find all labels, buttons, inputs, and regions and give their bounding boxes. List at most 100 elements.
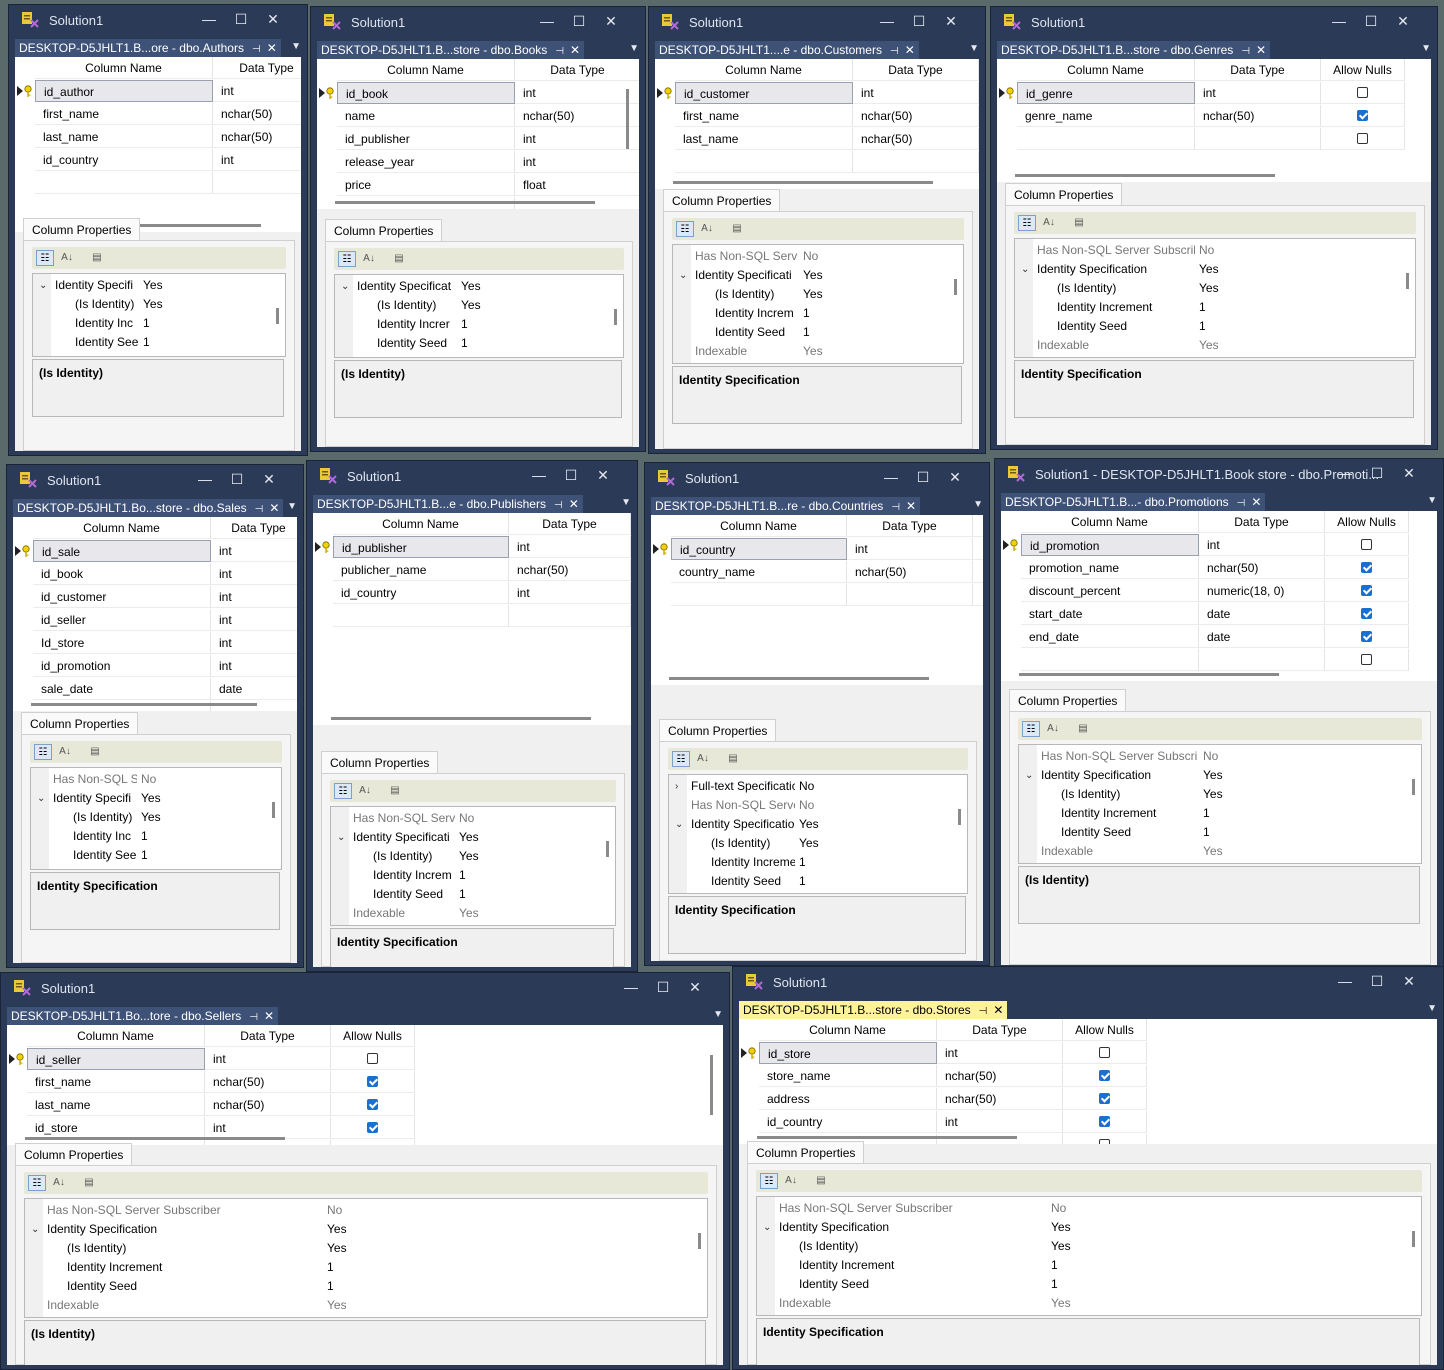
tab-close-icon[interactable]: ✕ (993, 1003, 1003, 1017)
property-row[interactable]: ⌄ Identity Specifi Yes (33, 276, 285, 295)
property-row[interactable]: Identity Seed 1 (673, 323, 963, 342)
collapse-arrow-icon[interactable]: ⌄ (39, 276, 47, 295)
table-row[interactable]: sale_date date (13, 678, 297, 701)
column-name-cell[interactable]: promotion_name (1021, 557, 1199, 579)
column-name-cell[interactable]: id_promotion (1021, 534, 1199, 556)
data-type-cell[interactable]: int (211, 563, 297, 585)
document-tab[interactable]: DESKTOP-D5JHLT1.Bo...store - dbo.Sales ⊣ ✕ (13, 499, 284, 517)
property-scrollbar[interactable] (276, 308, 279, 324)
property-row[interactable]: Has Non-SQL Serve No (669, 796, 967, 815)
table-row[interactable]: first_name nchar(50) (655, 105, 979, 128)
alphabetical-sort-icon[interactable]: A↓ (356, 783, 374, 799)
property-row[interactable]: Identity Increme 1 (669, 853, 967, 872)
allow-nulls-checkbox[interactable] (1361, 585, 1372, 596)
property-row[interactable]: ⌄ Identity Specification Yes (25, 1220, 707, 1239)
column-name-cell[interactable]: id_store (27, 1117, 205, 1139)
categorized-icon[interactable]: ☷ (34, 744, 52, 760)
tab-close-icon[interactable]: ✕ (905, 43, 915, 57)
tab-dropdown-icon[interactable]: ▼ (1421, 43, 1431, 54)
collapse-arrow-icon[interactable]: ⌄ (341, 277, 349, 296)
property-scrollbar[interactable] (1412, 1231, 1415, 1247)
table-row[interactable] (997, 128, 1431, 151)
collapse-arrow-icon[interactable]: ⌄ (37, 789, 45, 808)
property-row[interactable]: ⌄ Identity Specificati Yes (331, 828, 615, 847)
property-row[interactable]: Identity Increm 1 (673, 304, 963, 323)
minimize-button[interactable]: — (1333, 971, 1357, 991)
data-type-cell[interactable]: nchar(50) (1195, 105, 1321, 127)
column-name-cell[interactable]: id_book (337, 82, 515, 104)
table-row[interactable]: id_country int (739, 1111, 1437, 1134)
categorized-icon[interactable]: ☷ (1022, 721, 1040, 737)
table-row[interactable]: id_sale int (13, 540, 297, 563)
close-button[interactable]: ✕ (1391, 11, 1415, 31)
maximize-button[interactable]: ☐ (229, 9, 253, 29)
table-row[interactable]: id_genre int (997, 82, 1431, 105)
data-type-cell[interactable] (213, 172, 301, 194)
property-row[interactable]: Identity Inc 1 (31, 827, 281, 846)
categorized-icon[interactable]: ☷ (36, 250, 54, 266)
table-row[interactable]: publicher_name nchar(50) (313, 559, 631, 582)
alphabetical-sort-icon[interactable]: A↓ (1040, 215, 1058, 231)
vertical-scrollbar[interactable] (626, 89, 629, 149)
tab-close-icon[interactable]: ✕ (1251, 495, 1261, 509)
allow-nulls-checkbox[interactable] (367, 1053, 378, 1064)
table-row[interactable]: price float (317, 174, 639, 197)
categorized-icon[interactable]: ☷ (338, 251, 356, 267)
data-type-cell[interactable]: int (211, 586, 297, 608)
table-row[interactable] (313, 605, 631, 628)
data-type-cell[interactable]: nchar(50) (213, 126, 301, 148)
allow-nulls-checkbox[interactable] (1357, 133, 1368, 144)
property-row[interactable]: Identity Increment 1 (1015, 298, 1415, 317)
column-name-cell[interactable] (1021, 649, 1199, 671)
property-scrollbar[interactable] (614, 309, 617, 325)
tab-dropdown-icon[interactable]: ▼ (713, 1009, 723, 1020)
allow-nulls-checkbox[interactable] (1361, 562, 1372, 573)
data-type-cell[interactable]: nchar(50) (509, 559, 631, 581)
pin-icon[interactable]: ⊣ (252, 44, 261, 55)
property-row[interactable]: (Is Identity) Yes (757, 1237, 1421, 1256)
categorized-icon[interactable]: ☷ (1018, 215, 1036, 231)
horizontal-scrollbar[interactable] (331, 717, 591, 720)
column-name-cell[interactable]: release_year (337, 151, 515, 173)
minimize-button[interactable]: — (193, 469, 217, 489)
data-type-cell[interactable]: float (515, 174, 639, 196)
column-name-cell[interactable]: id_country (759, 1111, 937, 1133)
allow-nulls-checkbox[interactable] (1099, 1070, 1110, 1081)
horizontal-scrollbar[interactable] (669, 677, 929, 680)
table-row[interactable]: id_country int (313, 582, 631, 605)
table-row[interactable]: genre_name nchar(50) (997, 105, 1431, 128)
column-name-cell[interactable]: discount_percent (1021, 580, 1199, 602)
close-button[interactable]: ✕ (257, 469, 281, 489)
property-scrollbar[interactable] (272, 802, 275, 818)
document-tab[interactable]: DESKTOP-D5JHLT1.Bo...tore - dbo.Sellers ⊣… (7, 1007, 279, 1025)
property-scrollbar[interactable] (1406, 273, 1409, 289)
data-type-cell[interactable]: numeric(18, 0) (1199, 580, 1325, 602)
data-type-cell[interactable]: int (205, 1117, 331, 1139)
data-type-cell[interactable]: date (211, 678, 297, 700)
table-row[interactable]: id_customer int (13, 586, 297, 609)
column-name-cell[interactable] (675, 151, 853, 173)
data-type-cell[interactable] (205, 1140, 331, 1145)
property-row[interactable]: Indexable Yes (25, 1296, 707, 1315)
column-name-cell[interactable]: store_name (759, 1065, 937, 1087)
column-properties-tab[interactable]: Column Properties (1009, 689, 1127, 712)
column-name-cell[interactable] (1017, 128, 1195, 150)
column-name-cell[interactable]: id_country (333, 582, 509, 604)
property-pages-icon[interactable]: ▤ (728, 221, 746, 237)
minimize-button[interactable]: — (879, 467, 903, 487)
minimize-button[interactable]: — (875, 11, 899, 31)
tab-close-icon[interactable]: ✕ (569, 497, 579, 511)
allow-nulls-checkbox[interactable] (1099, 1139, 1110, 1144)
column-name-cell[interactable]: id_publisher (333, 536, 509, 558)
table-row[interactable] (651, 584, 983, 607)
property-row[interactable]: (Is Identity) Yes (669, 834, 967, 853)
pin-icon[interactable]: ⊣ (1241, 46, 1250, 57)
property-row[interactable]: › Full-text Specificatic No (669, 777, 967, 796)
allow-nulls-checkbox[interactable] (367, 1076, 378, 1087)
data-type-cell[interactable]: int (211, 540, 297, 562)
table-row[interactable]: id_promotion int (1001, 534, 1437, 557)
column-properties-tab[interactable]: Column Properties (21, 712, 139, 735)
data-type-cell[interactable]: int (937, 1111, 1063, 1133)
alphabetical-sort-icon[interactable]: A↓ (698, 221, 716, 237)
table-row[interactable]: country_name nchar(50) (651, 561, 983, 584)
